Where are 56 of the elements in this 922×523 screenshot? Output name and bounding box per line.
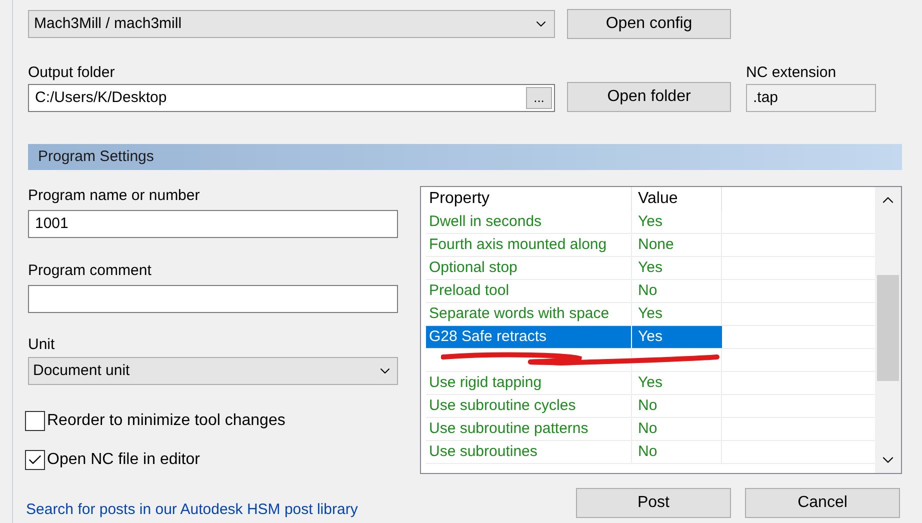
table-row[interactable]: Use subroutines No [426,441,875,464]
table-cell: Yes [632,372,722,394]
field-label: Program name or number [28,186,201,206]
field-label: NC extension [746,63,838,83]
section-header: Program Settings [28,144,902,170]
field-label: Unit [28,335,56,355]
column-header[interactable]: Value [632,187,722,211]
table-cell: Use subroutine cycles [426,395,632,417]
table-cell: Separate words with space [426,303,632,325]
open-config-button[interactable]: Open config [567,9,731,39]
table-row[interactable]: Use subroutine patterns No [426,418,875,441]
table-row[interactable]: Use subroutine cycles No [426,395,875,418]
column-header[interactable]: Property [426,187,632,211]
scrollbar[interactable] [875,187,901,473]
unit-dropdown[interactable]: Document unit [28,357,398,385]
output-folder-field[interactable]: C:/Users/K/Desktop ... [28,84,555,112]
table-row[interactable]: Use rigid tapping Yes [426,372,875,395]
table-row[interactable]: Preload tool No [426,280,875,303]
table-cell: No [632,418,722,440]
table-cell: No [632,280,722,302]
table-cell: Use subroutines [426,441,632,463]
table-cell: No [632,441,722,463]
table-cell: Use subroutine patterns [426,418,632,440]
table-cell: Yes [632,303,722,325]
program-comment-field[interactable] [28,285,398,313]
table-row[interactable] [426,349,875,372]
table-cell: Yes [632,326,722,348]
table-cell: No [632,395,722,417]
table-cell: None [632,234,722,256]
table-row[interactable]: G28 Safe retracts Yes [426,326,875,349]
table-cell: Yes [632,257,722,279]
post-dropdown[interactable]: Mach3Mill / mach3mill [28,10,555,38]
table-row[interactable]: Fourth axis mounted along None [426,234,875,257]
table-cell: G28 Safe retracts [426,326,632,348]
field-label: Output folder [28,63,116,83]
table-cell: Yes [632,211,722,233]
post-library-link[interactable]: Search for posts in our Autodesk HSM post library [26,499,358,522]
scroll-thumb[interactable] [877,275,899,381]
browse-button[interactable]: ... [526,87,552,109]
open-folder-button[interactable]: Open folder [567,82,731,112]
checkbox-label: Reorder to minimize tool changes [47,411,286,431]
field-label: Program comment [28,261,152,281]
dialog-button[interactable]: Cancel [745,488,900,518]
table-row[interactable]: Optional stop Yes [426,257,875,280]
checkbox[interactable] [25,450,45,470]
table-cell: Optional stop [426,257,632,279]
table-cell: Dwell in seconds [426,211,632,233]
table-cell: Fourth axis mounted along [426,234,632,256]
dialog-button[interactable]: Post [576,488,731,518]
table-cell: Preload tool [426,280,632,302]
table-row[interactable]: Dwell in seconds Yes [426,211,875,234]
program-name-field[interactable]: 1001 [28,210,398,238]
checkbox-label: Open NC file in editor [47,450,200,470]
checkbox[interactable] [25,411,45,431]
table-cell: Use rigid tapping [426,372,632,394]
nc-extension-field[interactable]: .tap [746,84,876,112]
